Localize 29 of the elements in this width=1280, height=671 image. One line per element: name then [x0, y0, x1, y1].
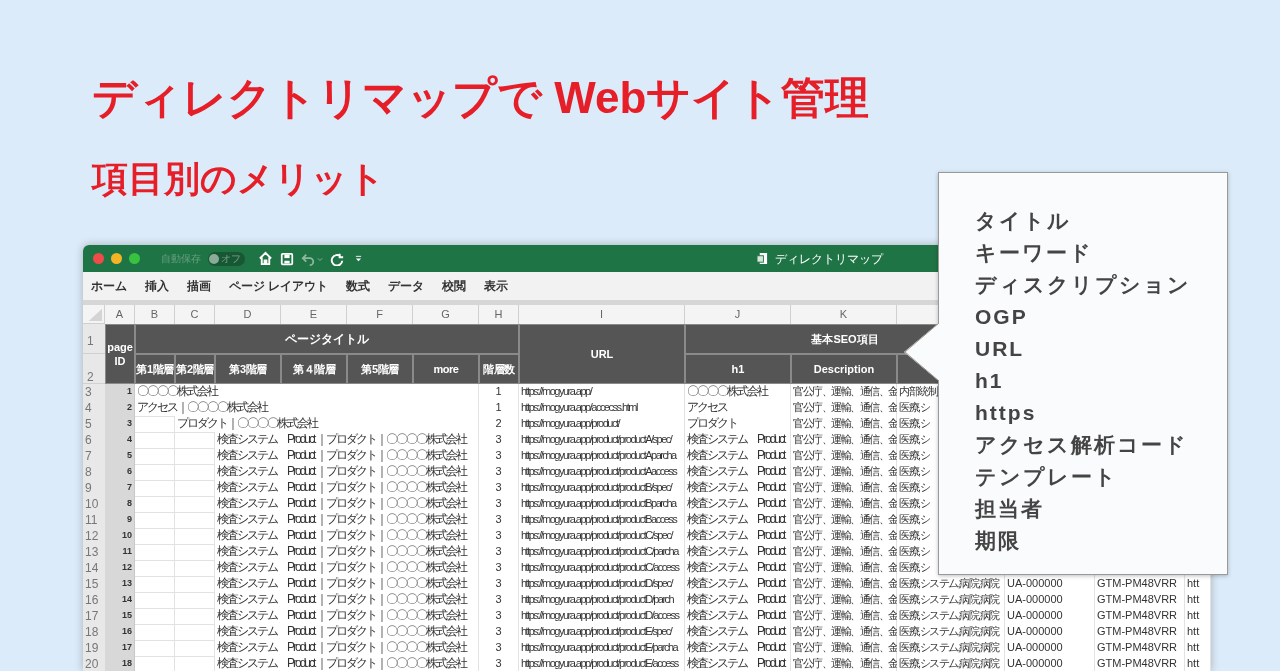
headline: ディレクトリマップで Webサイト管理: [92, 72, 870, 124]
header-cell: more: [413, 354, 479, 384]
header-cell: 第3階層: [215, 354, 281, 384]
table-cell: 検査システム Product: [685, 656, 791, 671]
header-cell: 第2階層: [175, 354, 215, 384]
table-cell: 検査システム Product ｜プロダクト｜〇〇〇〇株式会社: [215, 656, 479, 671]
table-cell: プロダクト｜〇〇〇〇株式会社: [175, 416, 479, 433]
header-cell: ページタイトル: [135, 324, 519, 354]
window-title: ディレクトリマップ: [775, 250, 883, 268]
header-cell: page ID: [105, 324, 135, 384]
header-cell: Description: [791, 354, 897, 384]
table-cell: アクセス｜〇〇〇〇株式会社: [135, 400, 479, 417]
header-cell: h1: [685, 354, 791, 384]
table-cell: 18: [105, 656, 135, 671]
header-cell: 第5階層: [347, 354, 413, 384]
table-cell: GTM-PM48VRR: [1095, 656, 1185, 671]
table-cell: 3: [479, 656, 519, 671]
header-cell: URL: [519, 324, 685, 384]
table-cell: 医療,システム,病院,病院: [897, 656, 1005, 671]
header-cell: 第1階層: [135, 354, 175, 384]
callout-item: ディスクリプション: [975, 272, 1191, 298]
header-cell: 階層数: [479, 354, 519, 384]
subheadline: 項目別のメリット: [92, 160, 385, 198]
table-cell: 官公庁、運輸、通信、金: [791, 656, 897, 671]
header-cell: 第４階層: [281, 354, 347, 384]
callout-item: キーワード: [975, 240, 1093, 266]
table-cell: UA-000000: [1005, 656, 1095, 671]
table-cell: htt: [1185, 656, 1211, 671]
callout-item: タイトル: [975, 208, 1071, 234]
